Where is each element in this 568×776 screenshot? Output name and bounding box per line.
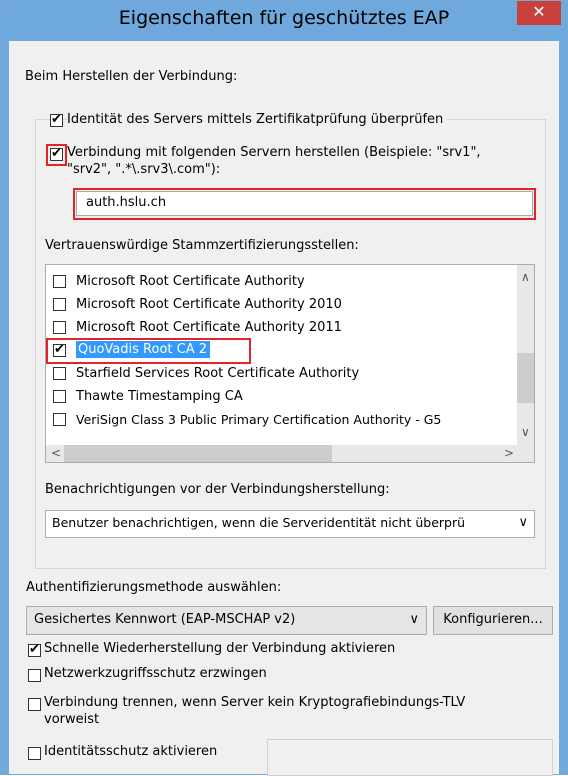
ca-checkbox[interactable]: [53, 390, 66, 403]
scroll-right-icon[interactable]: >: [504, 446, 514, 460]
nap-enforce-checkbox[interactable]: [28, 669, 41, 682]
dialog-window: Eigenschaften für geschütztes EAP ✕ Beim…: [0, 0, 568, 776]
notify-dropdown-value: Benutzer benachrichtigen, wenn die Serve…: [52, 515, 466, 530]
servers-input[interactable]: auth.hslu.ch: [76, 191, 533, 216]
ca-list-item[interactable]: Thawte Timestamping CA: [46, 386, 396, 409]
notify-dropdown[interactable]: Benutzer benachrichtigen, wenn die Serve…: [45, 510, 535, 538]
scroll-down-icon[interactable]: ∨: [521, 425, 530, 439]
fast-reconnect-label: Schnelle Wiederherstellung der Verbindun…: [44, 641, 396, 656]
ca-list-item[interactable]: Microsoft Root Certificate Authority: [46, 271, 396, 294]
chevron-down-icon: ∨: [518, 515, 528, 530]
connect-servers-checkbox[interactable]: [50, 146, 63, 161]
close-icon: ✕: [532, 2, 546, 21]
identity-protection-checkbox[interactable]: [28, 747, 41, 760]
ca-list-item[interactable]: Microsoft Root Certificate Authority 201…: [46, 317, 396, 340]
horizontal-scrollbar[interactable]: < >: [46, 445, 534, 462]
vertical-scroll-thumb[interactable]: [517, 353, 534, 403]
ca-item-label: Thawte Timestamping CA: [76, 389, 243, 404]
scroll-up-icon[interactable]: ∧: [521, 270, 530, 284]
vertical-scrollbar[interactable]: ∧ ∨: [517, 265, 534, 445]
connect-servers-label-line2: "srv2", ".*\.srv3\.com"):: [67, 162, 221, 177]
close-button[interactable]: ✕: [517, 1, 561, 25]
configure-button[interactable]: Konfigurieren...: [433, 606, 553, 635]
identity-protection-label: Identitätsschutz aktivieren: [44, 744, 218, 759]
identity-protection-input[interactable]: [267, 739, 553, 776]
crypto-binding-label-line2: vorweist: [44, 712, 100, 727]
ca-item-label: Starfield Services Root Certificate Auth…: [76, 366, 360, 381]
ca-checkbox[interactable]: [53, 275, 66, 288]
auth-method-label: Authentifizierungsmethode auswählen:: [26, 580, 282, 595]
auth-method-value: Gesichertes Kennwort (EAP-MSCHAP v2): [34, 612, 296, 627]
nap-enforce-label: Netzwerkzugriffsschutz erzwingen: [44, 666, 267, 681]
trusted-ca-label: Vertrauenswürdige Stammzertifizierungsst…: [45, 238, 359, 253]
ca-list-item[interactable]: Starfield Services Root Certificate Auth…: [46, 363, 396, 386]
fast-reconnect-checkbox[interactable]: [28, 642, 41, 657]
scroll-left-icon[interactable]: <: [51, 446, 61, 460]
crypto-binding-label-line1: Verbindung trennen, wenn Server kein Kry…: [44, 695, 466, 710]
horizontal-scroll-thumb[interactable]: [64, 445, 332, 462]
ca-list-item[interactable]: Microsoft Root Certificate Authority 201…: [46, 294, 396, 317]
ca-item-label: VeriSign Class 3 Public Primary Certific…: [76, 412, 442, 427]
notify-label: Benachrichtigungen vor der Verbindungshe…: [45, 482, 390, 497]
chevron-down-icon: ∨: [409, 612, 419, 627]
window-title: Eigenschaften für geschütztes EAP: [118, 7, 450, 29]
servers-input-value: auth.hslu.ch: [86, 195, 167, 210]
ca-checkbox[interactable]: [53, 321, 66, 334]
title-bar[interactable]: Eigenschaften für geschütztes EAP ✕: [1, 1, 567, 41]
ca-checkbox[interactable]: [53, 413, 66, 426]
verify-identity-label: Identität des Servers mittels Zertifikat…: [67, 112, 448, 127]
verify-identity-checkbox[interactable]: [50, 112, 63, 127]
ca-item-label: Microsoft Root Certificate Authority 201…: [76, 320, 342, 335]
ca-checkbox[interactable]: [53, 367, 66, 380]
ca-checkbox[interactable]: [53, 298, 66, 311]
configure-button-label: Konfigurieren...: [443, 612, 543, 627]
connect-servers-label-line1: Verbindung mit folgenden Servern herstel…: [67, 145, 481, 160]
ca-item-label: Microsoft Root Certificate Authority: [76, 274, 305, 289]
ca-item-label: Microsoft Root Certificate Authority 201…: [76, 297, 342, 312]
selected-ca-highlight-box: [46, 338, 251, 364]
auth-method-dropdown[interactable]: Gesichertes Kennwort (EAP-MSCHAP v2) ∨: [26, 606, 427, 635]
ca-list-item[interactable]: VeriSign Class 3 Public Primary Certific…: [46, 409, 441, 432]
connect-section-label: Beim Herstellen der Verbindung:: [25, 69, 238, 84]
crypto-binding-checkbox[interactable]: [28, 698, 41, 711]
dialog-client-area: Beim Herstellen der Verbindung: Identitä…: [9, 41, 559, 776]
